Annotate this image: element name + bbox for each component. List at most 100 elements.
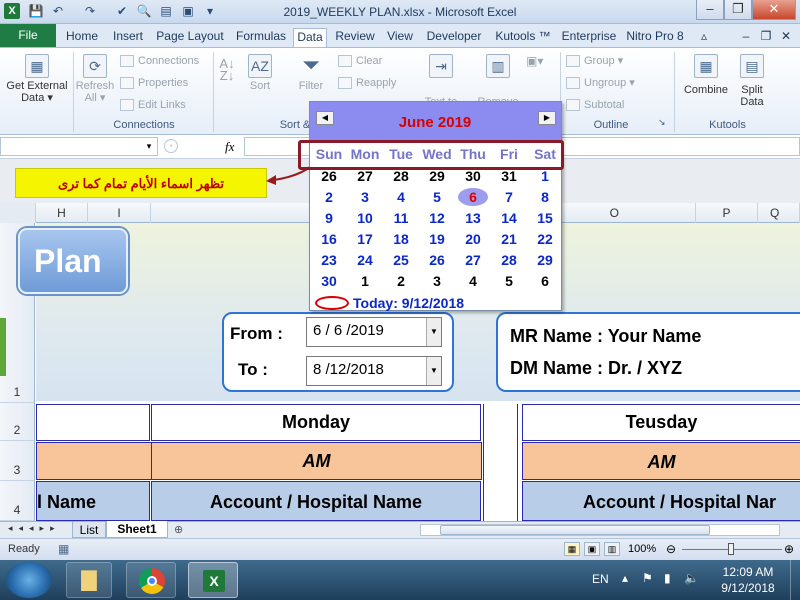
name-box-dropdown-icon[interactable]: ▾ [142,138,156,155]
clear-button[interactable]: Clear [338,55,382,68]
account-header-monday[interactable]: Account / Hospital Name [151,481,481,521]
tab-home[interactable]: Home [61,28,103,47]
sort-az-icon[interactable]: A↓ Z↓ [216,57,238,82]
tab-nitro[interactable]: Nitro Pro 8 [624,28,686,47]
edit-links-button[interactable]: Edit Links [120,99,186,112]
monday-header[interactable]: Monday [151,404,481,441]
calendar-day[interactable]: 28 [492,252,526,268]
calendar-day[interactable]: 12 [420,210,454,226]
tray-expand-icon[interactable]: ▴ [622,571,628,585]
minimize-button[interactable]: – [696,0,724,20]
tab-view[interactable]: View [383,28,417,47]
refresh-all-button[interactable]: ⟳ Refresh All ▾ [74,54,116,104]
calendar-day[interactable]: 14 [492,210,526,226]
calendar-day[interactable]: 10 [348,210,382,226]
start-button[interactable] [6,562,52,598]
calendar-day[interactable]: 3 [420,273,454,289]
wb-minimize-icon[interactable]: – [738,28,754,47]
column-header-p[interactable]: P [696,203,758,223]
data-validation-icon[interactable]: ▣▾ [526,55,543,67]
insert-sheet-icon[interactable]: ⊕ [174,523,183,536]
calendar-day[interactable]: 5 [492,273,526,289]
group-button[interactable]: Group ▾ [566,55,623,68]
page-layout-view-icon[interactable]: ▣ [584,542,600,556]
sheet-nav-arrows-icon[interactable]: ◂◂◂▸▸ [8,523,61,534]
to-dropdown-icon[interactable]: ▼ [426,357,441,385]
file-explorer-icon[interactable]: ▇ [66,562,112,598]
column-header-i[interactable]: I [88,203,151,223]
calendar-day[interactable]: 2 [384,273,418,289]
calendar-day[interactable]: 5 [420,189,454,205]
calendar-day[interactable]: 1 [528,168,562,184]
calendar-day[interactable]: 16 [312,231,346,247]
calendar-day[interactable]: 24 [348,252,382,268]
scrollbar-thumb[interactable] [440,525,710,535]
calendar-day[interactable]: 27 [348,168,382,184]
calendar-day[interactable]: 2 [312,189,346,205]
calendar-day[interactable]: 23 [312,252,346,268]
wb-close-icon[interactable]: ✕ [778,28,794,47]
row-header-2[interactable]: 2 [0,403,35,441]
calendar-day[interactable]: 13 [456,210,490,226]
close-button[interactable]: ✕ [752,0,796,20]
calendar-day[interactable]: 4 [456,273,490,289]
plan-button[interactable]: Plan [18,228,128,294]
am-label-tuesday[interactable]: AM [522,442,800,480]
calendar-day[interactable]: 30 [312,273,346,289]
tuesday-header[interactable]: Teusday [522,404,800,441]
row2-cell-left[interactable] [36,404,150,441]
from-date-field[interactable]: 6 / 6 /2019 [306,317,442,347]
get-external-data-button[interactable]: ▦ Get External Data ▾ [2,54,72,104]
am-label-monday[interactable]: AM [151,442,481,480]
calendar-day[interactable]: 28 [384,168,418,184]
tab-page-layout[interactable]: Page Layout [153,28,227,47]
zoom-slider-thumb[interactable] [728,543,734,555]
connections-button[interactable]: Connections [120,55,199,68]
calendar-day[interactable]: 20 [456,231,490,247]
name-box[interactable] [0,137,158,156]
excel-taskbar-button[interactable]: X [188,562,238,598]
tab-developer[interactable]: Developer [422,28,486,47]
calendar-day[interactable]: 26 [312,168,346,184]
page-break-view-icon[interactable]: ▥ [604,542,620,556]
wb-restore-icon[interactable]: ❐ [758,28,774,47]
from-dropdown-icon[interactable]: ▼ [426,318,441,346]
reapply-button[interactable]: Reapply [338,77,396,90]
tab-enterprise[interactable]: Enterprise [558,28,620,47]
calendar-day[interactable]: 15 [528,210,562,226]
calendar-day[interactable]: 29 [528,252,562,268]
name-column-header[interactable]: l Name [36,481,150,521]
calendar-day[interactable]: 26 [420,252,454,268]
sort-button[interactable]: AZ Sort [244,54,276,92]
calendar-day[interactable]: 22 [528,231,562,247]
account-header-tuesday[interactable]: Account / Hospital Nar [522,481,800,521]
flag-icon[interactable]: ⚑ [642,571,653,585]
clock-date[interactable]: 9/12/2018 [716,581,780,595]
calendar-day[interactable]: 1 [348,273,382,289]
tab-formulas[interactable]: Formulas [232,28,290,47]
previous-month-button[interactable]: ◀ [316,111,334,125]
properties-button[interactable]: Properties [120,77,188,90]
calendar-day[interactable]: 30 [456,168,490,184]
select-all-corner[interactable] [0,203,36,223]
calendar-day[interactable]: 4 [384,189,418,205]
minimize-ribbon-icon[interactable]: ▵ [696,28,712,47]
calendar-day[interactable]: 17 [348,231,382,247]
network-icon[interactable]: ▮ [664,571,671,585]
normal-view-icon[interactable]: ▦ [564,542,580,556]
calendar-day[interactable]: 8 [528,189,562,205]
calendar-day[interactable]: 19 [420,231,454,247]
language-indicator[interactable]: EN [592,572,609,586]
text-to-columns-button[interactable]: ⇥ Text to [420,54,462,108]
to-date-field[interactable]: 8 /12/2018 [306,356,442,386]
calendar-day[interactable]: 11 [384,210,418,226]
outline-launcher-icon[interactable]: ↘ [658,116,666,128]
calendar-day[interactable]: 7 [492,189,526,205]
calendar-day[interactable]: 31 [492,168,526,184]
today-link[interactable]: Today: 9/12/2018 [353,295,464,311]
row-header-4[interactable]: 4 [0,481,35,521]
calendar-day[interactable]: 29 [420,168,454,184]
zoom-level[interactable]: 100% [628,543,656,555]
clock-time[interactable]: 12:09 AM [716,565,780,579]
next-month-button[interactable]: ▶ [538,111,556,125]
